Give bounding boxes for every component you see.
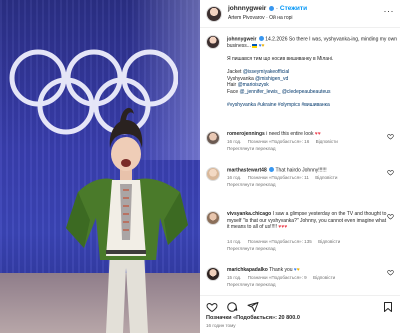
comment-item: marichkapadalko Thank you ♥♥ 15 год. Поз… <box>206 267 398 291</box>
comment-text: i need this entire look <box>266 131 314 137</box>
caption-block: johnnygweir 14.2.2026 So there I was, vy… <box>206 35 398 127</box>
credit-handle[interactable]: @_jennifer_lewis_ @cledepeaubeauteus <box>240 89 331 95</box>
post-panel: johnnygweir · Стежити Artem Pivovarov · … <box>200 0 400 333</box>
caption-date: 14.2.2026 <box>265 36 288 43</box>
comment-time: 16 год. <box>227 139 242 144</box>
follow-button[interactable]: Стежити <box>280 5 307 12</box>
comment-time: 14 год. <box>227 239 242 244</box>
credit-line: Hair @marioiszysk <box>227 82 397 89</box>
reply-button[interactable]: Відповісти <box>315 175 337 180</box>
credit-handle[interactable]: @mishigen_vd <box>255 76 288 82</box>
credit-label: Hair <box>227 82 237 89</box>
like-heart-icon[interactable] <box>206 300 218 313</box>
comment-time: 16 год. <box>227 175 242 180</box>
comment-avatar[interactable] <box>206 167 220 181</box>
translate-link[interactable]: Переглянути переклад <box>227 246 276 251</box>
caption-line-2: Я пишався тим що носив вишиванку в Мілан… <box>227 56 334 63</box>
credit-label: Jacket <box>227 68 242 75</box>
yellow-heart-icon: ♥ <box>261 43 265 50</box>
comment-item: vivsyanka.chicago I saw a glimpse yester… <box>206 211 398 255</box>
red-heart-icon: ♥♥♥ <box>278 224 288 231</box>
translate-link[interactable]: Переглянути переклад <box>227 182 276 187</box>
reply-button[interactable]: Відповісти <box>313 275 335 280</box>
translate-link[interactable]: Переглянути переклад <box>227 146 276 151</box>
comment-likes[interactable]: Позначки «Подобається»: 9 <box>248 275 307 280</box>
comment-avatar[interactable] <box>206 211 220 225</box>
comment-meta: 16 год. Позначки «Подобається»: 16 Відпо… <box>227 139 343 144</box>
comment-item: marthastewart48 That hairdo Johnny!!!!!!… <box>206 167 398 191</box>
credit-handle[interactable]: @isseymiyakeofficial <box>243 69 289 75</box>
comment-username[interactable]: vivsyanka.chicago <box>227 211 271 217</box>
audio-track[interactable]: Artem Pivovarov · Ой на горі <box>228 15 293 21</box>
bookmark-icon[interactable] <box>382 300 394 312</box>
reply-button[interactable]: Відповісти <box>316 139 338 144</box>
comment-likes[interactable]: Позначки «Подобається»: 135 <box>248 239 312 244</box>
author-username[interactable]: johnnygweir <box>228 5 266 12</box>
comment-likes[interactable]: Позначки «Подобається»: 16 <box>248 139 310 144</box>
post-actions: Позначки «Подобається»: 20 800.0 16 годи… <box>200 295 400 333</box>
post-header: johnnygweir · Стежити Artem Pivovarov · … <box>200 0 400 28</box>
comment-meta: 15 год. Позначки «Подобається»: 9 Відпов… <box>227 275 340 280</box>
verified-badge-icon <box>269 167 275 172</box>
caption-hashtags[interactable]: #vyshyvanka #ukraine #olympics #вишиванк… <box>227 102 397 109</box>
author-line: johnnygweir · Стежити <box>228 5 308 12</box>
comment-meta: 14 год. Позначки «Подобається»: 135 Відп… <box>227 239 345 244</box>
comment-username[interactable]: romerojennings <box>227 131 265 137</box>
comment-time: 15 год. <box>227 275 242 280</box>
ukraine-flag-icon <box>252 43 258 48</box>
translate-link[interactable]: Переглянути переклад <box>227 282 276 287</box>
comment-text: That hairdo Johnny!!!!!! <box>275 167 327 174</box>
yellow-heart-icon: ♥ <box>296 267 300 273</box>
comment-bubble-icon[interactable] <box>226 300 238 312</box>
comment-likes[interactable]: Позначки «Подобається»: 11 <box>248 175 309 180</box>
comment-item: romerojennings i need this entire look ♥… <box>206 131 398 155</box>
comment-meta: 16 год. Позначки «Подобається»: 11 Відпо… <box>227 175 342 180</box>
comment-text: Thank you <box>269 267 293 273</box>
more-options-icon[interactable]: ··· <box>384 6 395 16</box>
credit-label: Vyshyvanka <box>227 75 254 82</box>
like-comment-icon[interactable] <box>387 133 394 140</box>
person-figure <box>66 107 188 333</box>
credit-label: Face <box>227 89 239 96</box>
comments-feed[interactable]: johnnygweir 14.2.2026 So there I was, vy… <box>200 29 400 295</box>
caption-username[interactable]: johnnygweir <box>227 37 256 43</box>
share-send-icon[interactable] <box>247 300 259 312</box>
like-comment-icon[interactable] <box>387 213 394 220</box>
post-time: 16 годин тому <box>206 323 236 328</box>
author-avatar[interactable] <box>206 6 222 22</box>
comment-avatar[interactable] <box>206 131 220 145</box>
credit-line: Face @_jennifer_lewis_ @cledepeaubeauteu… <box>227 89 397 96</box>
like-comment-icon[interactable] <box>387 269 394 276</box>
red-heart-icon: ♥♥ <box>314 131 321 137</box>
comment-username[interactable]: marichkapadalko <box>227 267 268 273</box>
reply-button[interactable]: Відповісти <box>318 239 340 244</box>
likes-count[interactable]: Позначки «Подобається»: 20 800.0 <box>206 315 300 321</box>
credit-handle[interactable]: @marioiszysk <box>238 82 269 88</box>
caption-avatar[interactable] <box>206 35 220 49</box>
verified-badge-icon <box>269 5 275 11</box>
post-photo[interactable] <box>0 0 200 333</box>
comment-avatar[interactable] <box>206 267 220 281</box>
credit-line: Jacket @isseymiyakeofficial <box>227 69 397 76</box>
like-comment-icon[interactable] <box>387 169 394 176</box>
credit-line: Vyshyvanka @mishigen_vd <box>227 76 397 83</box>
comment-username[interactable]: marthastewart48 <box>227 168 267 174</box>
verified-badge-icon <box>258 36 264 41</box>
